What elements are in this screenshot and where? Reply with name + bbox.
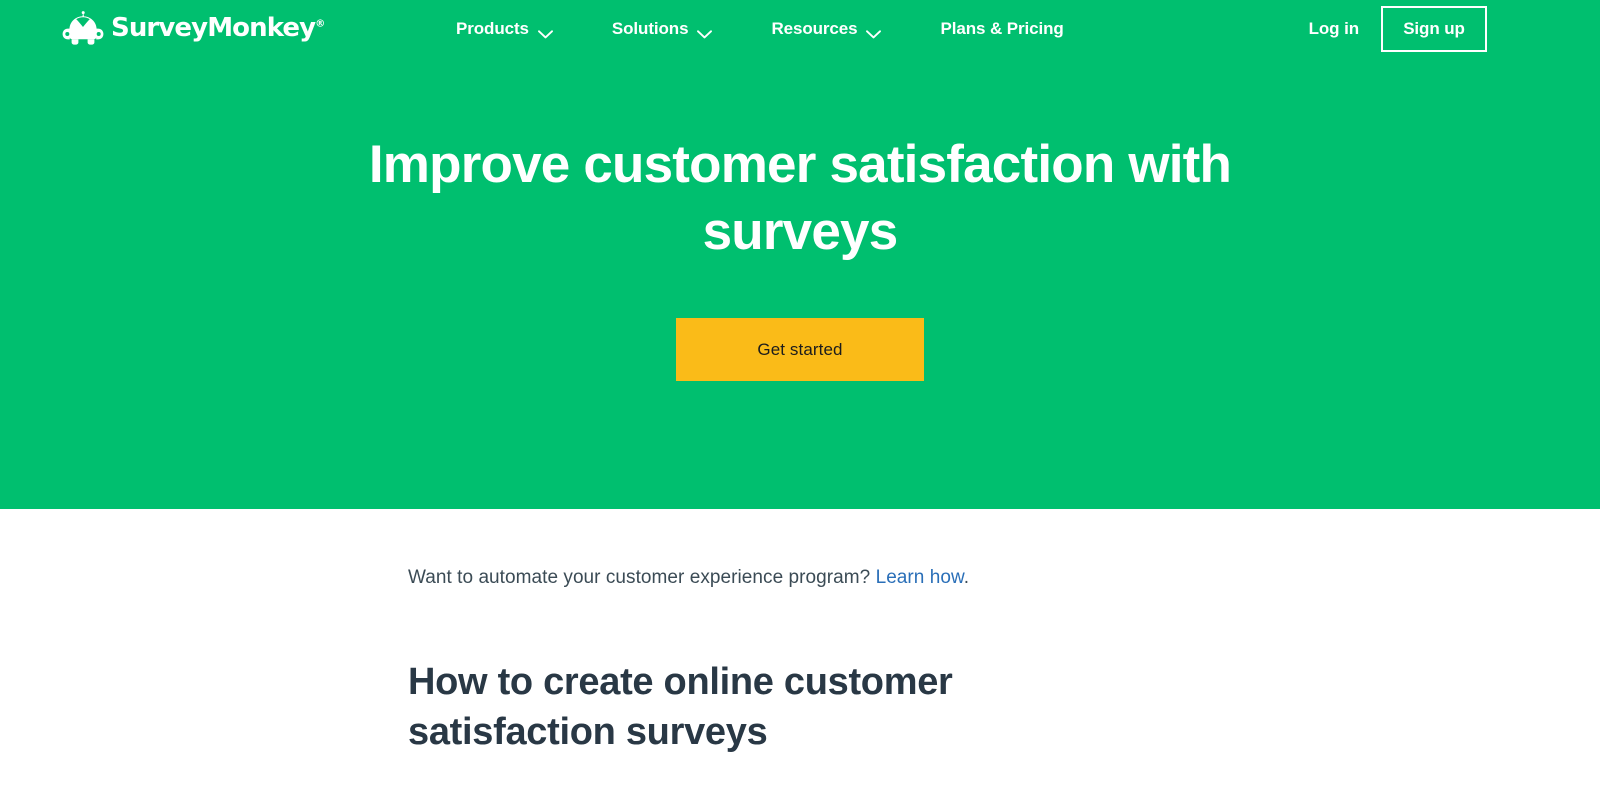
content-container: Want to automate your customer experienc…: [408, 509, 1108, 757]
automate-callout-period: .: [963, 567, 970, 588]
chevron-down-icon: [866, 24, 882, 39]
nav-item-solutions[interactable]: Solutions: [612, 19, 713, 39]
nav-item-solutions-label: Solutions: [611, 18, 689, 38]
nav-item-products[interactable]: Products: [456, 19, 553, 39]
nav-item-products-label: Products: [456, 18, 529, 38]
learn-how-link[interactable]: Learn how: [876, 567, 964, 588]
content-section: Want to automate your customer experienc…: [0, 509, 1600, 811]
get-started-button[interactable]: Get started: [676, 318, 924, 381]
primary-nav-links: Products Solutions Resources Plans & Pri…: [456, 0, 1064, 57]
sign-up-button[interactable]: Sign up: [1381, 5, 1487, 52]
brand-name-text: SurveyMonkey: [111, 13, 316, 43]
log-in-link[interactable]: Log in: [1309, 19, 1359, 39]
chevron-down-icon: [697, 24, 713, 39]
nav-item-plans-and-pricing-label: Plans & Pricing: [940, 18, 1064, 38]
page-root: SurveyMonkey® Products Solutions Resourc…: [0, 0, 1600, 811]
account-actions: Log in Sign up: [1309, 0, 1600, 57]
section-title: How to create online customer satisfacti…: [408, 661, 953, 753]
brand-trademark-symbol: ®: [315, 18, 326, 30]
automate-callout-text: Want to automate your customer experienc…: [408, 567, 876, 588]
hero-section: SurveyMonkey® Products Solutions Resourc…: [0, 0, 1600, 509]
nav-item-plans-and-pricing[interactable]: Plans & Pricing: [940, 19, 1063, 39]
surveymonkey-logo-link[interactable]: SurveyMonkey®: [62, 8, 325, 48]
automate-callout: Want to automate your customer experienc…: [408, 565, 1108, 591]
chevron-down-icon: [537, 24, 553, 39]
surveymonkey-monkey-logo-icon: [62, 11, 104, 45]
nav-item-resources[interactable]: Resources: [771, 18, 882, 39]
brand-wordmark: SurveyMonkey®: [111, 15, 325, 41]
nav-item-resources-label: Resources: [771, 18, 858, 38]
top-navigation-bar: SurveyMonkey® Products Solutions Resourc…: [0, 0, 1600, 57]
hero-title: Improve customer satisfaction with surve…: [368, 135, 1232, 261]
